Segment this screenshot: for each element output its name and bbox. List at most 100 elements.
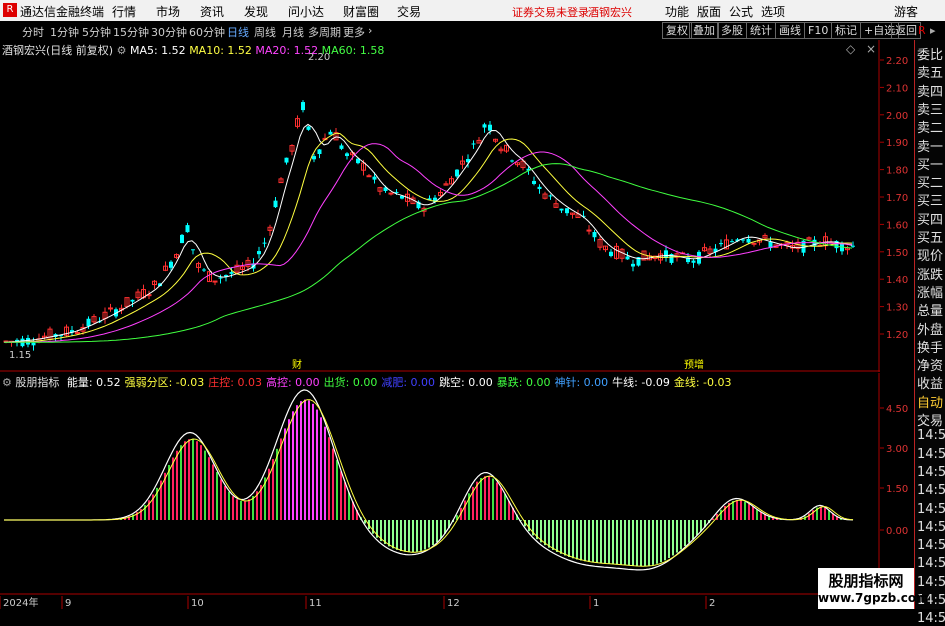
menu-function[interactable]: 功能 — [665, 3, 689, 20]
indicator-title: 股朋指标 — [15, 376, 59, 389]
date-tick: 9 — [65, 598, 71, 609]
diamond-icon[interactable]: ◇ — [846, 42, 855, 56]
indicator-value: 神针: 0.00 — [554, 376, 608, 389]
tf-weekly[interactable]: 周线 — [254, 24, 276, 40]
restore-button[interactable]: 复权 — [662, 22, 692, 39]
indicator-chart[interactable] — [0, 373, 880, 595]
date-tick: 12 — [447, 598, 460, 609]
menu-news[interactable]: 资讯 — [200, 3, 224, 20]
side-panel-item[interactable]: 涨跌 — [917, 264, 943, 283]
menu-layout[interactable]: 版面 — [697, 3, 721, 20]
back-button[interactable]: 返回 — [891, 22, 921, 39]
indicator-value: 跳空: 0.00 — [439, 376, 493, 389]
f10-button[interactable]: F10 — [804, 22, 832, 39]
side-panel-item[interactable]: 涨幅 — [917, 282, 943, 301]
side-panel-item[interactable]: 收益 — [917, 373, 943, 392]
side-panel-item[interactable]: 交易 — [917, 410, 943, 429]
side-panel-item[interactable]: 买一 — [917, 154, 943, 173]
side-panel-item[interactable]: 换手 — [917, 337, 943, 356]
price-tick: 1.70 — [886, 193, 908, 204]
kline-chart[interactable]: 2.20 1.15 财 预增 — [0, 40, 880, 372]
menu-wealth[interactable]: 财富圈 — [343, 3, 379, 20]
event-marker-forecast[interactable]: 预增 — [684, 358, 704, 371]
side-panel-item[interactable]: 卖二 — [917, 117, 943, 136]
overlay-button[interactable]: 叠加 — [689, 22, 719, 39]
event-marker-fin[interactable]: 财 — [292, 358, 302, 371]
indicator-value: 庄控: 0.03 — [208, 376, 262, 389]
side-panel-item[interactable]: 卖一 — [917, 136, 943, 155]
price-tick: 1.90 — [886, 138, 908, 149]
tf-15min[interactable]: 15分钟 — [113, 24, 149, 40]
close-icon[interactable]: × — [866, 42, 876, 56]
tf-multi[interactable]: 多周期 — [308, 24, 341, 40]
side-panel-item[interactable]: 现价 — [917, 245, 943, 264]
tf-daily[interactable]: 日线 — [227, 24, 249, 40]
mark-button[interactable]: 标记 — [831, 22, 861, 39]
tf-monthly[interactable]: 月线 — [282, 24, 304, 40]
tf-60min[interactable]: 60分钟 — [189, 24, 225, 40]
multi-stock-button[interactable]: 多股 — [717, 22, 747, 39]
menu-trade[interactable]: 交易 — [397, 3, 421, 20]
stock-name-tab[interactable]: 酒钢宏兴 — [588, 4, 632, 20]
tf-intraday[interactable]: 分时 — [22, 24, 44, 40]
menu-discover[interactable]: 发现 — [244, 3, 268, 20]
side-panel-item[interactable]: 买四 — [917, 209, 943, 228]
menu-bar: R 通达信金融终端 行情 市场 资讯 发现 问小达 财富圈 交易 证券交易未登录… — [0, 0, 945, 22]
stats-button[interactable]: 统计 — [746, 22, 776, 39]
menu-formula[interactable]: 公式 — [729, 3, 753, 20]
tf-30min[interactable]: 30分钟 — [151, 24, 187, 40]
indicator-tick: 3.00 — [886, 444, 908, 455]
side-panel-item[interactable]: 净资 — [917, 355, 943, 374]
tf-1min[interactable]: 1分钟 — [50, 24, 79, 40]
side-panel-item[interactable]: 卖四 — [917, 81, 943, 100]
date-tick: 10 — [191, 598, 204, 609]
menu-quotes[interactable]: 行情 — [112, 3, 136, 20]
guest-label[interactable]: 游客 — [894, 3, 918, 20]
side-panel-item[interactable]: 买五 — [917, 227, 943, 246]
panel-marker-icon[interactable]: R — [918, 24, 926, 37]
indicator-legend: ⚙ 股朋指标 能量: 0.52强弱分区: -0.03庄控: 0.03高控: 0.… — [2, 374, 732, 390]
side-panel-item[interactable]: 自动 — [917, 392, 943, 411]
menu-market[interactable]: 市场 — [156, 3, 180, 20]
settings-icon[interactable]: ⚙ — [2, 376, 12, 389]
menu-ask[interactable]: 问小达 — [288, 3, 324, 20]
side-panel-item[interactable]: 总量 — [917, 300, 943, 319]
main-legend: 酒钢宏兴(日线 前复权) ⚙ MA5: 1.52 MA10: 1.52 MA20… — [2, 42, 384, 56]
timeframe-toolbar: 分时 1分钟 5分钟 15分钟 30分钟 60分钟 日线 周线 月线 多周期 更… — [0, 21, 945, 41]
side-panel-item[interactable]: 卖五 — [917, 62, 943, 81]
side-panel-item[interactable]: 14:56 — [917, 556, 945, 571]
side-panel-item[interactable]: 14:56 — [917, 483, 945, 498]
side-panel-item[interactable]: 委比 — [917, 44, 943, 63]
menu-options[interactable]: 选项 — [761, 3, 785, 20]
price-tick: 1.20 — [886, 330, 908, 341]
side-panel-item[interactable]: 卖三 — [917, 99, 943, 118]
tf-5min[interactable]: 5分钟 — [82, 24, 111, 40]
side-panel-item[interactable]: 14:56 — [917, 575, 945, 590]
side-panel-item[interactable]: 14:56 — [917, 538, 945, 553]
side-panel-item[interactable]: 买二 — [917, 172, 943, 191]
side-panel-item[interactable]: 14:56 — [917, 611, 945, 626]
price-tick: 1.50 — [886, 248, 908, 259]
side-panel-item[interactable]: 14:56 — [917, 520, 945, 535]
ma10-label: MA10: 1.52 — [189, 44, 252, 57]
side-panel-item[interactable]: 买三 — [917, 190, 943, 209]
watermark-url: www.7gpzb.com — [818, 591, 914, 605]
side-panel-item[interactable]: 外盘 — [917, 319, 943, 338]
quote-side-panel[interactable]: 委比卖五卖四卖三卖二卖一买一买二买三买四买五现价涨跌涨幅总量外盘换手净资收益自动… — [914, 40, 945, 609]
settings-icon[interactable]: ⚙ — [117, 44, 127, 57]
tf-more[interactable]: 更多 — [343, 24, 365, 40]
indicator-value: 能量: 0.52 — [67, 376, 121, 389]
panel-scroll-icon[interactable]: ▸ — [930, 24, 936, 37]
side-panel-item[interactable]: 14:56 — [917, 465, 945, 480]
price-tick: 1.80 — [886, 166, 908, 177]
price-tick: 2.00 — [886, 111, 908, 122]
login-notice[interactable]: 证券交易未登录 — [512, 4, 589, 20]
indicator-value: 牛线: -0.09 — [612, 376, 670, 389]
draw-button[interactable]: 画线 — [775, 22, 805, 39]
side-panel-item[interactable]: 14:56 — [917, 502, 945, 517]
chevron-right-icon[interactable]: › — [368, 24, 372, 37]
ma20-label: MA20: 1.52 — [255, 44, 318, 57]
side-panel-item[interactable]: 14:56 — [917, 428, 945, 443]
side-panel-item[interactable]: 14:56 — [917, 447, 945, 462]
watermark-title: 股朋指标网 — [818, 570, 914, 591]
